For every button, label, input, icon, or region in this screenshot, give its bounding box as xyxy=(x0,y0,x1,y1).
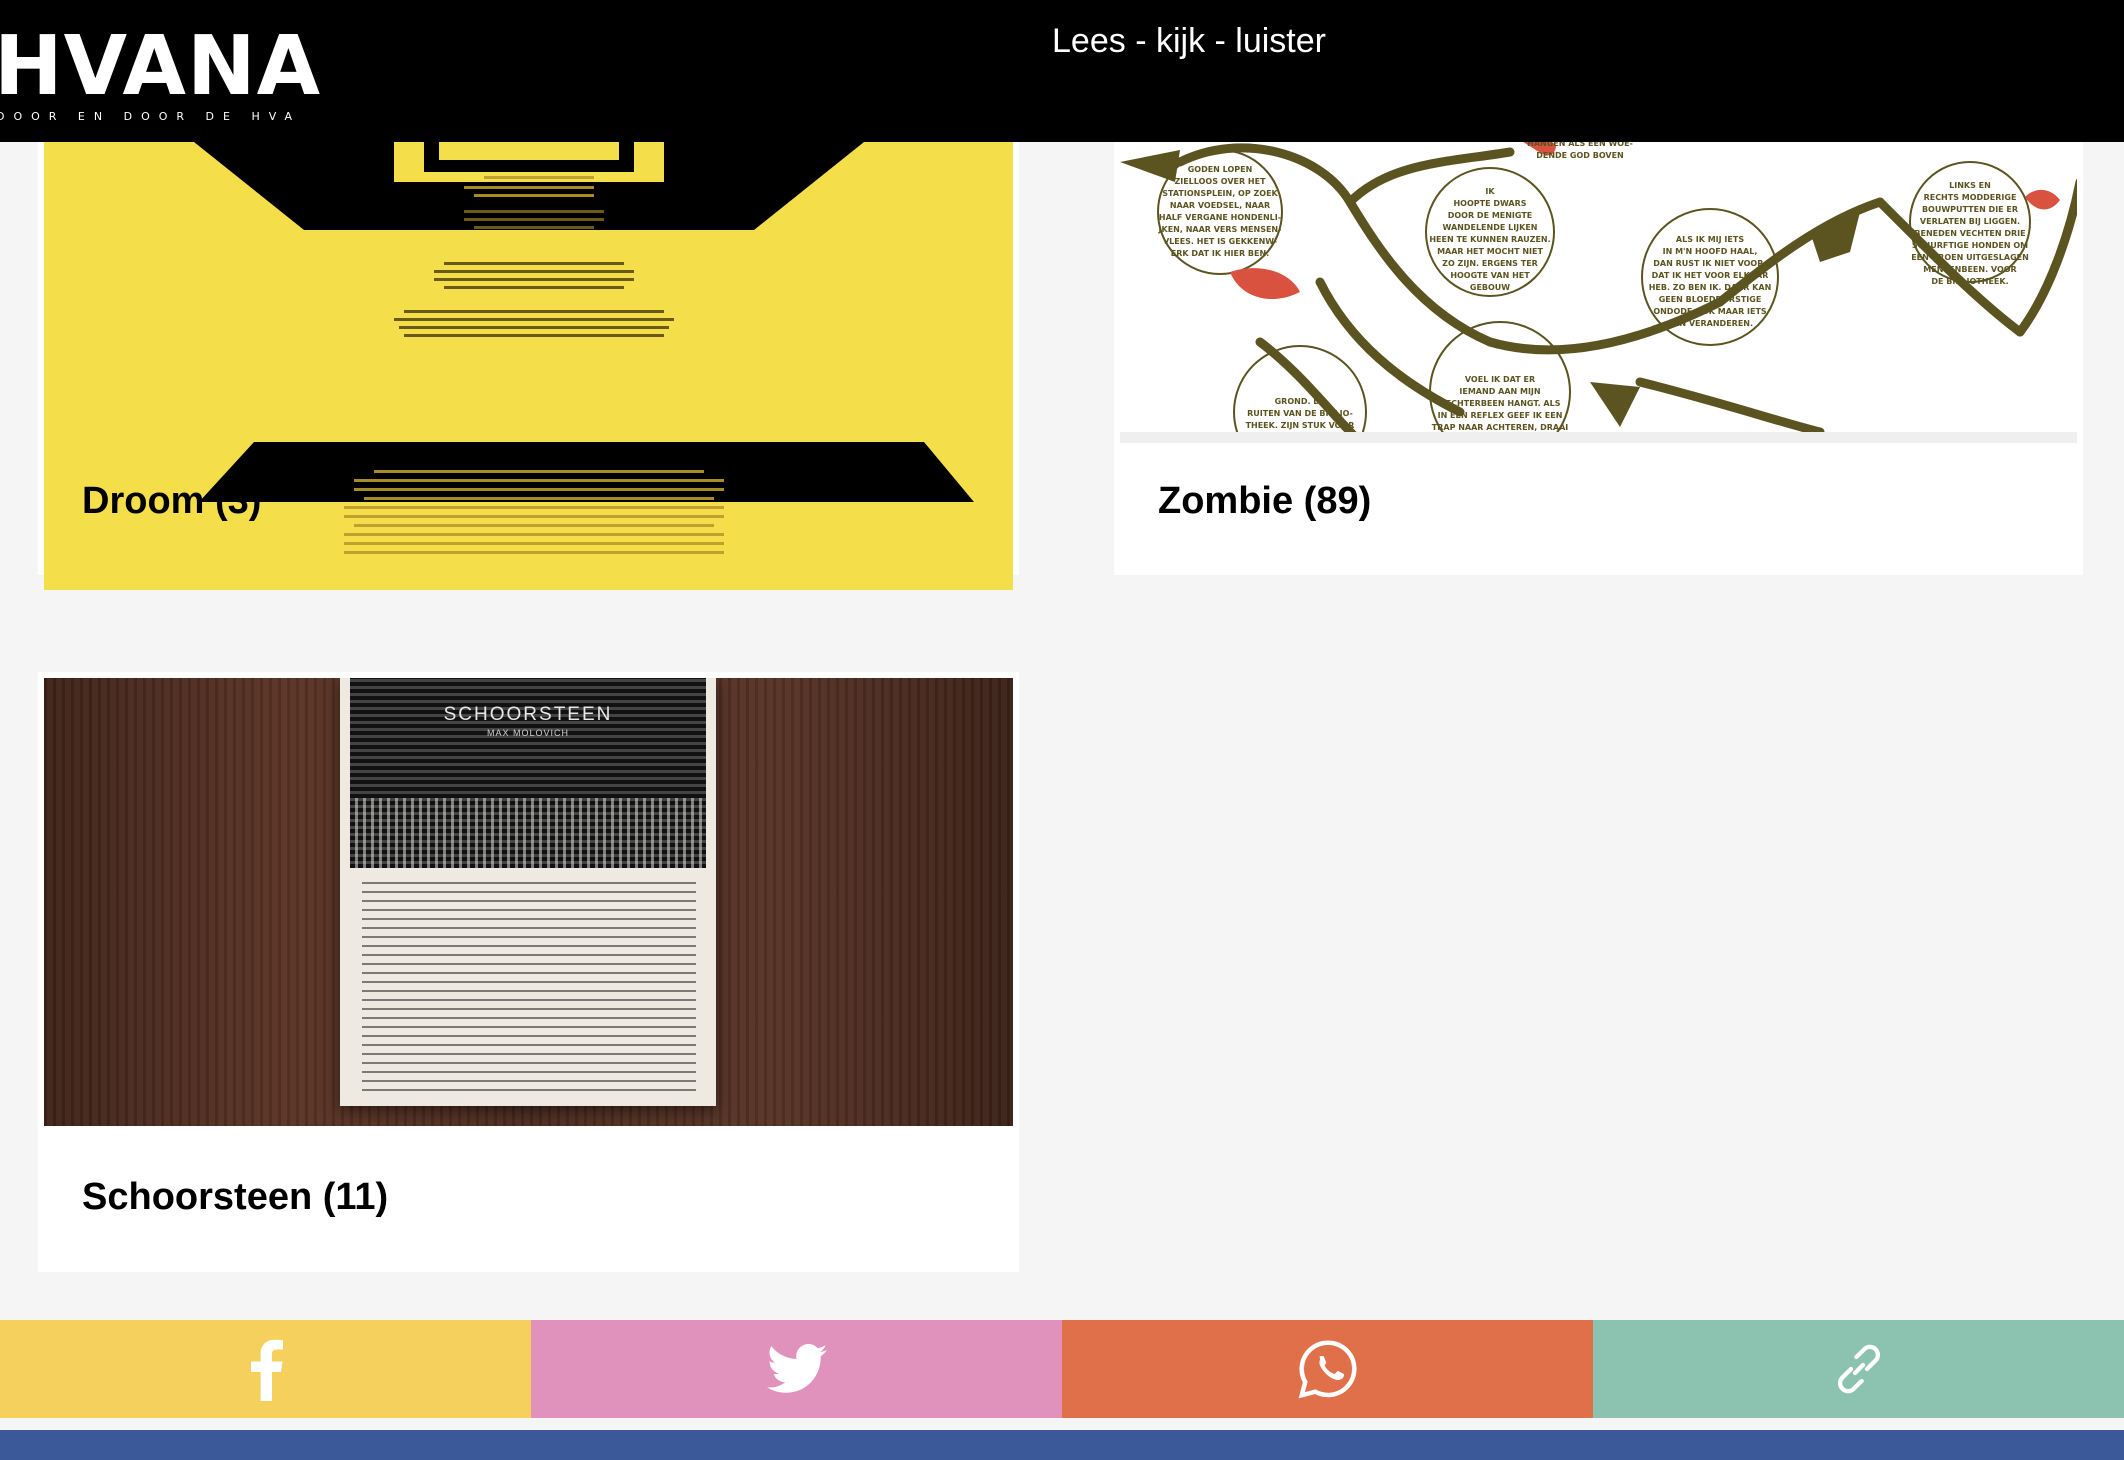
twitter-icon xyxy=(766,1344,827,1393)
schoorsteen-artwork-title: SCHOORSTEEN xyxy=(443,704,613,725)
svg-text:AAN VERANDEREN.: AAN VERANDEREN. xyxy=(1667,319,1753,328)
svg-text:IN EEN REFLEX GEEF IK EEN: IN EEN REFLEX GEEF IK EEN xyxy=(1438,411,1563,420)
svg-text:STATIONSPLEIN, OP ZOEK: STATIONSPLEIN, OP ZOEK xyxy=(1162,189,1278,198)
svg-text:BOUWPUTTEN DIE ER: BOUWPUTTEN DIE ER xyxy=(1922,205,2018,214)
svg-text:WANDELENDE LIJKEN: WANDELENDE LIJKEN xyxy=(1442,223,1537,232)
svg-text:THEEK. ZIJN STUK VOOR: THEEK. ZIJN STUK VOOR xyxy=(1246,421,1355,430)
share-facebook-button[interactable] xyxy=(0,1320,531,1418)
card-title-droom[interactable]: Droom (3) xyxy=(82,480,261,523)
svg-text:DAN RUST IK NIET VOOR-: DAN RUST IK NIET VOOR- xyxy=(1653,259,1766,268)
svg-text:HALF VERGANE HONDENLI-: HALF VERGANE HONDENLI- xyxy=(1159,213,1281,222)
svg-text:ALS IK MIJ IETS: ALS IK MIJ IETS xyxy=(1676,235,1744,244)
svg-text:HEEN TE KUNNEN RAUZEN.: HEEN TE KUNNEN RAUZEN. xyxy=(1429,235,1550,244)
page-title: Lees - kijk - luister xyxy=(1052,22,1326,60)
svg-text:VOEL IK DAT ER: VOEL IK DAT ER xyxy=(1465,375,1535,384)
svg-text:BENEDEN VECHTEN DRIE: BENEDEN VECHTEN DRIE xyxy=(1914,229,2025,238)
svg-text:LINKS EN: LINKS EN xyxy=(1949,181,1991,190)
svg-text:RECHTS MODDERIGE: RECHTS MODDERIGE xyxy=(1924,193,2017,202)
site-header: HVANA DOOR EN DOOR DE HVA Lees - kijk - … xyxy=(0,0,2124,142)
card-zombie[interactable]: GODEN LOPEN ZIELLOOS OVER HET STATIONSPL… xyxy=(1114,142,2083,575)
footer-strip xyxy=(0,1430,2124,1460)
zombie-artwork: GODEN LOPEN ZIELLOOS OVER HET STATIONSPL… xyxy=(1120,142,2077,432)
svg-text:MENSENBEEN. VOOR: MENSENBEEN. VOOR xyxy=(1923,265,2016,274)
svg-text:HEB. ZO BEN IK. DAAR KAN: HEB. ZO BEN IK. DAAR KAN xyxy=(1649,283,1772,292)
svg-text:HOOPTE DWARS: HOOPTE DWARS xyxy=(1453,199,1526,208)
share-bar xyxy=(0,1320,2124,1418)
share-whatsapp-button[interactable] xyxy=(1062,1320,1593,1418)
whatsapp-icon xyxy=(1298,1340,1357,1399)
share-link-button[interactable] xyxy=(1593,1320,2124,1418)
card-image-zombie[interactable]: GODEN LOPEN ZIELLOOS OVER HET STATIONSPL… xyxy=(1120,142,2077,432)
svg-text:VERLATEN BIJ LIGGEN.: VERLATEN BIJ LIGGEN. xyxy=(1920,217,2020,226)
svg-text:DENDE GOD BOVEN: DENDE GOD BOVEN xyxy=(1536,151,1624,160)
card-schoorsteen[interactable]: SCHOORSTEEN MAX MOLOVICH Schoorsteen (11… xyxy=(38,672,1019,1272)
svg-text:IN M'N HOOFD HAAL,: IN M'N HOOFD HAAL, xyxy=(1663,247,1758,256)
link-icon xyxy=(1837,1344,1880,1394)
svg-text:IK: IK xyxy=(1485,187,1495,196)
svg-text:RECHTERBEEN HANGT. ALS: RECHTERBEEN HANGT. ALS xyxy=(1440,399,1561,408)
facebook-icon xyxy=(250,1339,283,1401)
card-image-schoorsteen[interactable]: SCHOORSTEEN MAX MOLOVICH xyxy=(44,678,1013,1126)
svg-text:DOOR DE MENIGTE: DOOR DE MENIGTE xyxy=(1448,211,1533,220)
svg-text:GODEN LOPEN: GODEN LOPEN xyxy=(1188,165,1253,174)
card-title-zombie[interactable]: Zombie (89) xyxy=(1158,480,1371,523)
svg-text:TRAP NAAR ACHTEREN, DRAAI: TRAP NAAR ACHTEREN, DRAAI xyxy=(1432,423,1568,432)
svg-text:ONDODE OOK MAAR IETS: ONDODE OOK MAAR IETS xyxy=(1653,307,1767,316)
schoorsteen-artwork-author: MAX MOLOVICH xyxy=(486,728,569,738)
svg-text:GROND. DE: GROND. DE xyxy=(1275,397,1326,406)
svg-text:SCHURFTIGE HONDEN OM: SCHURFTIGE HONDEN OM xyxy=(1912,241,2028,250)
card-title-schoorsteen[interactable]: Schoorsteen (11) xyxy=(82,1176,388,1219)
card-droom[interactable]: Droom (3) xyxy=(38,142,1019,590)
svg-text:HANGEN ALS EEN WOE-: HANGEN ALS EEN WOE- xyxy=(1527,142,1633,148)
svg-text:ZIELLOOS OVER HET: ZIELLOOS OVER HET xyxy=(1174,177,1266,186)
svg-text:JKEN, NAAR VERS MENSEN-: JKEN, NAAR VERS MENSEN- xyxy=(1158,225,1282,234)
schoorsteen-paper: SCHOORSTEEN MAX MOLOVICH xyxy=(340,678,716,1106)
svg-text:MAAR HET MOCHT NIET: MAAR HET MOCHT NIET xyxy=(1437,247,1543,256)
share-twitter-button[interactable] xyxy=(531,1320,1062,1418)
svg-text:EEN GROEN UITGESLAGEN: EEN GROEN UITGESLAGEN xyxy=(1911,253,2029,262)
svg-text:VLEES. HET IS GEKKENW-: VLEES. HET IS GEKKENW- xyxy=(1163,237,1277,246)
logo-tagline: DOOR EN DOOR DE HVA xyxy=(0,110,302,123)
svg-text:NAAR VOEDSEL, NAAR: NAAR VOEDSEL, NAAR xyxy=(1170,201,1270,210)
svg-text:DAT IK HET VOOR ELKAAR: DAT IK HET VOOR ELKAAR xyxy=(1652,271,1769,280)
svg-text:ERK DAT IK HIER BEN.: ERK DAT IK HIER BEN. xyxy=(1171,249,1269,258)
svg-text:GEEN BLOEDDORSTIGE: GEEN BLOEDDORSTIGE xyxy=(1659,295,1762,304)
svg-text:IEMAND AAN MIJN: IEMAND AAN MIJN xyxy=(1459,387,1540,396)
svg-text:DE BIBLIOTHEEK.: DE BIBLIOTHEEK. xyxy=(1931,277,2008,286)
svg-text:HOOGTE VAN HET: HOOGTE VAN HET xyxy=(1450,271,1530,280)
svg-text:GEBOUW: GEBOUW xyxy=(1470,283,1510,292)
svg-text:RUITEN VAN DE BIBLIO-: RUITEN VAN DE BIBLIO- xyxy=(1247,409,1353,418)
svg-text:ZO ZIJN. ERGENS TER: ZO ZIJN. ERGENS TER xyxy=(1442,259,1538,268)
